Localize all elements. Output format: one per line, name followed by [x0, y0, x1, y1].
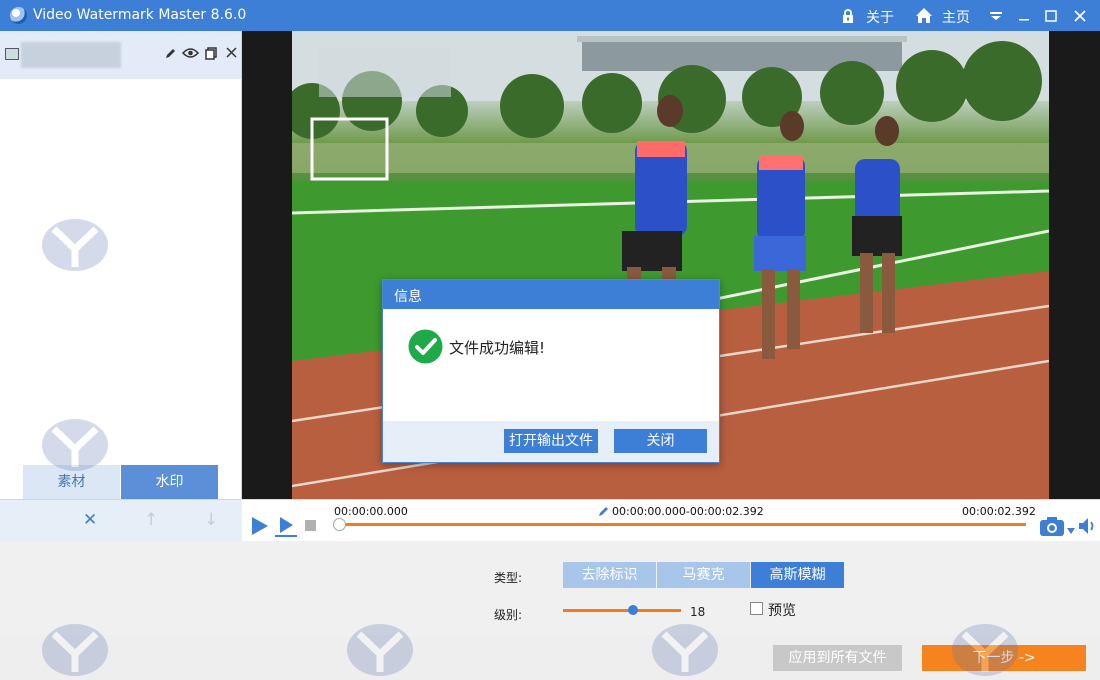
- close-window-button[interactable]: [1064, 0, 1096, 31]
- minimize-icon: [1019, 18, 1029, 20]
- file-list-item[interactable]: [0, 31, 241, 79]
- footer-bar: 应用到所有文件 下一步 ->: [0, 635, 1100, 680]
- home-icon[interactable]: [915, 7, 933, 24]
- type-remove-logo-button[interactable]: 去除标识: [563, 562, 656, 588]
- play-clip-icon[interactable]: [274, 516, 298, 538]
- type-mosaic-button[interactable]: 马赛克: [657, 562, 750, 588]
- close-icon: [1074, 9, 1086, 22]
- open-output-file-button[interactable]: 打开输出文件: [504, 429, 598, 453]
- settings-panel: 类型: 去除标识 马赛克 高斯模糊 级别: 18 预览: [0, 541, 1100, 635]
- preview-label: 预览: [768, 603, 796, 619]
- title-bar: Video Watermark Master 8.6.0 关于 主页: [0, 0, 1100, 31]
- clip-range: 00:00:00.000-00:00:02.392: [612, 505, 764, 518]
- level-slider[interactable]: [563, 605, 681, 615]
- playback-bar: 00:00:00.000 00:00:00.000-00:00:02.392 0…: [242, 499, 1100, 542]
- app-title: Video Watermark Master 8.6.0: [33, 7, 247, 23]
- pencil-icon: [598, 505, 610, 517]
- maximize-button[interactable]: [1035, 0, 1067, 31]
- level-value: 18: [690, 605, 706, 619]
- volume-icon[interactable]: [1078, 517, 1098, 535]
- start-time: 00:00:00.000: [334, 505, 408, 518]
- watermark-list-controls: ✕ ↑ ↓: [0, 499, 241, 542]
- next-step-button[interactable]: 下一步 ->: [922, 645, 1086, 671]
- image-icon: [5, 48, 19, 60]
- copy-icon[interactable]: [204, 47, 218, 61]
- dialog-title: 信息: [394, 289, 422, 305]
- dialog-footer: 打开输出文件 关闭: [383, 421, 719, 462]
- timeline-track[interactable]: [333, 518, 1026, 531]
- remove-file-icon[interactable]: [224, 47, 238, 61]
- move-up-button[interactable]: ↑: [144, 510, 158, 530]
- eye-icon[interactable]: [181, 47, 200, 61]
- app-logo-icon: [10, 7, 27, 24]
- remove-watermark-button[interactable]: ✕: [83, 510, 97, 530]
- camera-dropdown-icon[interactable]: [1067, 523, 1075, 534]
- tab-watermark[interactable]: 水印: [121, 465, 218, 499]
- lock-icon[interactable]: [840, 8, 856, 24]
- stop-icon[interactable]: [305, 520, 316, 531]
- dialog-header: 信息: [383, 280, 719, 309]
- chevron-down-icon: [990, 11, 1002, 20]
- about-link[interactable]: 关于: [866, 7, 894, 27]
- file-name-blurred: [21, 42, 121, 68]
- end-time: 00:00:02.392: [962, 505, 1036, 518]
- file-list-panel: 素材 水印: [0, 31, 242, 499]
- dialog-close-button[interactable]: 关闭: [614, 429, 707, 453]
- level-slider-knob[interactable]: [628, 605, 638, 615]
- timeline-knob[interactable]: [333, 518, 346, 531]
- level-label: 级别:: [494, 608, 523, 622]
- home-link[interactable]: 主页: [942, 7, 970, 27]
- dialog-message: 文件成功编辑!: [449, 339, 546, 357]
- move-down-button[interactable]: ↓: [204, 510, 218, 530]
- play-icon[interactable]: [250, 516, 270, 536]
- left-panel-tabs: 素材 水印: [23, 465, 218, 499]
- preview-checkbox[interactable]: [750, 602, 763, 615]
- info-dialog: 信息 文件成功编辑! 打开输出文件 关闭: [382, 279, 720, 463]
- type-gaussian-blur-button[interactable]: 高斯模糊: [751, 562, 844, 588]
- camera-icon[interactable]: [1039, 515, 1065, 537]
- type-label: 类型:: [494, 571, 523, 585]
- apply-to-all-button[interactable]: 应用到所有文件: [773, 645, 902, 671]
- tab-material[interactable]: 素材: [23, 465, 120, 499]
- success-check-icon: [408, 329, 443, 364]
- edit-icon[interactable]: [163, 47, 177, 61]
- maximize-icon: [1045, 9, 1057, 22]
